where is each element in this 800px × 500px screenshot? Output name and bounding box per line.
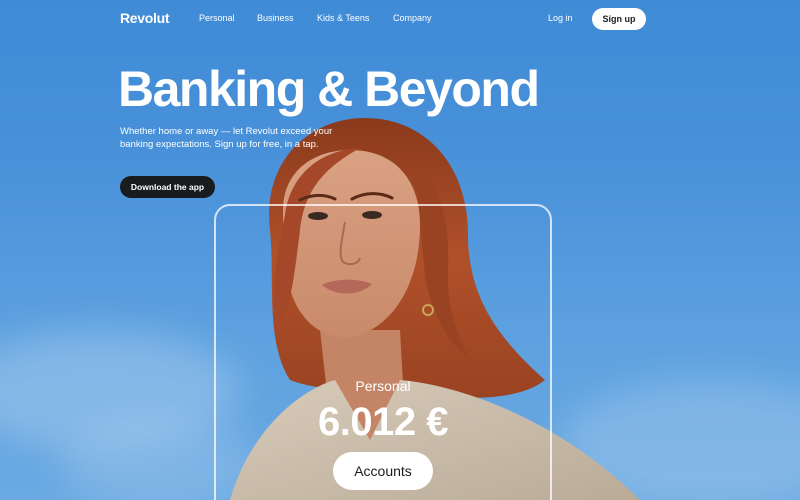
account-balance: 6.012 € xyxy=(318,400,448,444)
top-navigation: Revolut Personal Business Kids & Teens C… xyxy=(0,0,800,38)
accounts-button[interactable]: Accounts xyxy=(333,452,433,490)
revolut-logo[interactable]: Revolut xyxy=(120,10,170,26)
nav-item-kids-teens[interactable]: Kids & Teens xyxy=(317,13,369,23)
hero-subtitle: Whether home or away — let Revolut excee… xyxy=(120,126,333,150)
hero-title: Banking & Beyond xyxy=(118,61,540,117)
nav-item-business[interactable]: Business xyxy=(257,13,294,23)
account-type-label: Personal xyxy=(355,378,411,394)
nav-item-company[interactable]: Company xyxy=(393,13,432,23)
login-link[interactable]: Log in xyxy=(548,13,573,23)
nav-item-personal[interactable]: Personal xyxy=(199,13,235,23)
signup-button[interactable]: Sign up xyxy=(592,8,646,30)
download-app-button[interactable]: Download the app xyxy=(120,176,215,198)
